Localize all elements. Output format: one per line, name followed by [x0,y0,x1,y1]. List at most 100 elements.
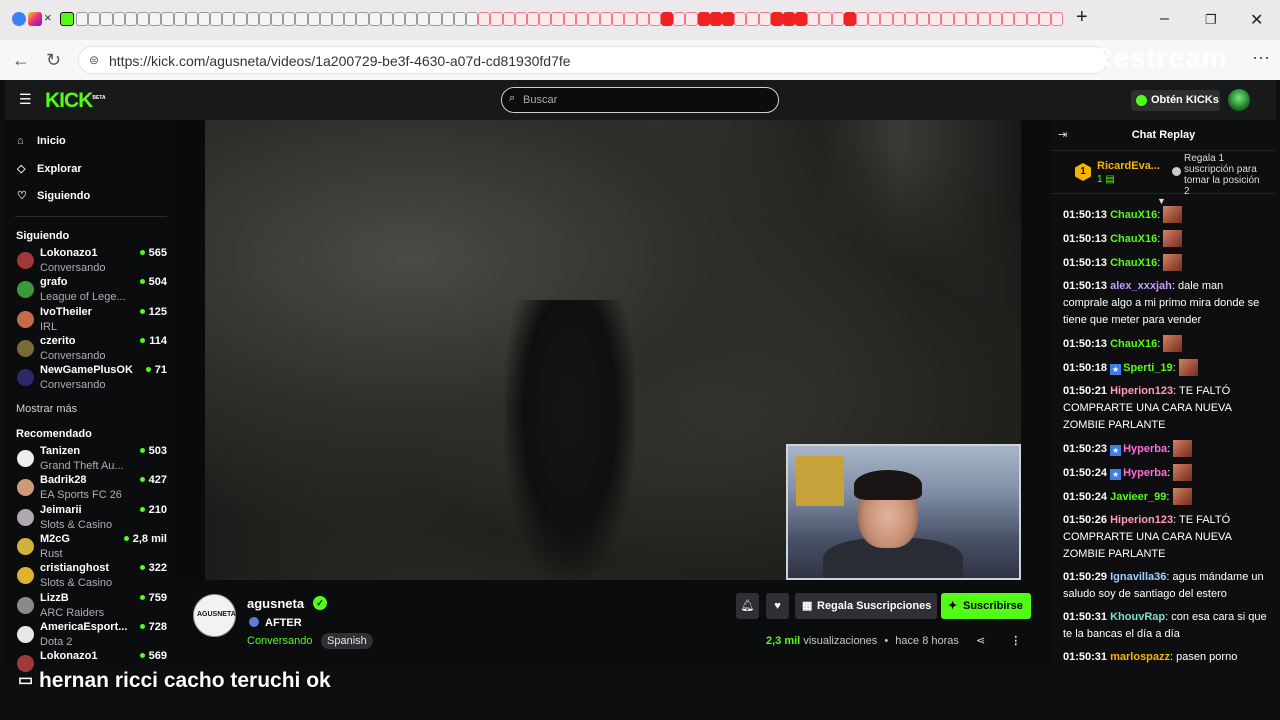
browser-tab[interactable] [1002,12,1015,26]
maximize-icon[interactable]: ❐ [1205,12,1217,28]
browser-tab[interactable] [295,12,308,26]
browser-tab[interactable] [356,12,369,26]
browser-tab[interactable] [965,12,978,26]
warning-app-icon[interactable]: ▲ [932,688,948,704]
sidebar-channel-item[interactable]: Jeimarii Slots & Casino 210 [17,504,167,533]
browser-tab[interactable] [880,12,893,26]
browser-tab[interactable] [831,12,844,26]
browser-tab[interactable] [904,12,917,26]
browser-tab[interactable] [563,12,576,26]
volume-icon[interactable]: 🔊︎ [1148,688,1164,704]
browser-tab[interactable] [368,12,381,26]
close-tab-icon[interactable]: × [44,10,54,25]
bluetooth-icon[interactable]: ᛒ [900,688,916,704]
browser-tab[interactable] [441,12,454,26]
sidebar-channel-item[interactable]: czerito Conversando 114 [17,335,167,364]
browser-tab[interactable] [661,12,674,26]
message-username[interactable]: alex_xxxjah [1110,280,1172,292]
browser-tab[interactable] [795,12,808,26]
browser-tab[interactable] [819,12,832,26]
browser-tab[interactable] [782,12,796,26]
microphone-icon[interactable]: 🎙︎ [1092,688,1108,704]
message-username[interactable]: Hiperion123 [1110,514,1173,526]
browser-tab[interactable] [721,12,735,26]
message-username[interactable]: ChauX16 [1110,257,1157,269]
browser-tab[interactable] [429,12,442,26]
sidebar-channel-item[interactable]: grafo League of Lege... 504 [17,276,167,305]
browser-tab[interactable] [502,12,515,26]
new-tab-icon[interactable]: + [1076,6,1088,29]
sidebar-channel-item[interactable]: IvoTheiler IRL 125 [17,306,167,335]
browser-tab[interactable] [392,12,406,26]
sidebar-channel-item[interactable]: Tanizen Grand Theft Au... 503 [17,445,167,474]
get-kicks-button[interactable]: Obtén KICKs [1131,90,1220,111]
sidebar-channel-item[interactable]: cristianghost Slots & Casino 322 [17,562,167,591]
browser-tab[interactable] [478,12,491,26]
message-username[interactable]: Ignavilla36 [1110,571,1166,583]
wifi-icon[interactable]: ◠ [1124,688,1140,704]
discord-icon[interactable] [694,684,718,708]
reload-icon[interactable]: ↻ [46,50,61,71]
gift-subs-button[interactable]: ▦ Regala Suscripciones [795,593,937,619]
video-category[interactable]: Conversando [247,635,312,647]
browser-tab[interactable] [941,12,954,26]
language-tag[interactable]: Spanish [321,633,373,649]
sidebar-item-following[interactable]: ♡ Siguiendo [17,189,90,202]
browser-tab[interactable] [624,12,637,26]
notification-icon[interactable]: 🔔︎ [1244,688,1260,704]
browser-tab[interactable] [136,12,150,26]
browser-tab[interactable] [612,12,625,26]
system-clock[interactable]: 14:19 23/3/2026 [1180,681,1240,711]
sidebar-channel-item[interactable]: AmericaEsport... Dota 2 728 [17,621,167,650]
browser-tab[interactable] [807,12,820,26]
search-input[interactable]: ⌕ Buscar [501,87,779,113]
minimize-icon[interactable]: – [1160,10,1169,28]
browser-tab[interactable] [210,12,223,26]
browser-tab[interactable] [685,12,698,26]
leader-username[interactable]: RicardEva... [1097,160,1160,172]
browser-tab[interactable] [648,12,661,26]
browser-tab[interactable] [149,12,162,26]
browser-tab[interactable] [856,12,869,26]
browser-tab[interactable] [185,12,198,26]
browser-tab[interactable] [307,12,320,26]
sidebar-channel-item[interactable]: Lokonazo1 Conversando 565 [17,247,167,276]
browser-tab[interactable] [1014,12,1027,26]
browser-tab[interactable] [977,12,991,26]
cloud-icon[interactable]: ☁ [996,688,1012,704]
browser-tab[interactable] [868,12,881,26]
window-close-icon[interactable]: ✕ [1250,10,1263,30]
site-info-icon[interactable]: ⊜ [89,53,99,67]
browser-tab[interactable] [575,12,588,26]
browser-tab[interactable] [466,12,479,26]
browser-tab[interactable] [758,12,771,26]
browser-menu-icon[interactable]: ⋯ [1252,48,1270,69]
message-username[interactable]: Javieer_99 [1110,491,1166,503]
browser-tab[interactable] [197,12,211,26]
message-username[interactable]: marlospazz [1110,651,1170,663]
channel-avatar[interactable]: AGUSNETA [193,594,236,637]
show-more-link[interactable]: Mostrar más [16,403,77,415]
browser-tab[interactable] [124,12,137,26]
browser-tab[interactable] [112,12,125,26]
browser-tab[interactable] [319,12,332,26]
share-icon[interactable]: ⋖ [976,635,985,647]
notification-bell-button[interactable]: 🔔︎ [736,593,759,619]
message-username[interactable]: Hyperba [1123,443,1167,455]
user-avatar[interactable] [1228,89,1250,111]
browser-tab[interactable] [234,12,247,26]
browser-tab[interactable] [929,12,942,26]
browser-tab[interactable] [271,12,284,26]
browser-tab[interactable] [344,12,357,26]
browser-tab[interactable] [990,12,1003,26]
steelseries-icon[interactable]: ◎ [868,688,884,704]
browser-tab[interactable] [1051,12,1064,26]
browser-tab[interactable] [405,12,418,26]
browser-tab[interactable] [734,12,747,26]
browser-tab[interactable] [673,12,686,26]
sidebar-channel-item[interactable]: NewGamePlusOK Conversando 71 [17,364,167,393]
video-player[interactable] [175,120,1021,580]
back-icon[interactable]: ← [12,50,30,71]
more-options-icon[interactable]: ⋮ [1010,635,1021,647]
follow-heart-button[interactable]: ♥ [766,593,789,619]
